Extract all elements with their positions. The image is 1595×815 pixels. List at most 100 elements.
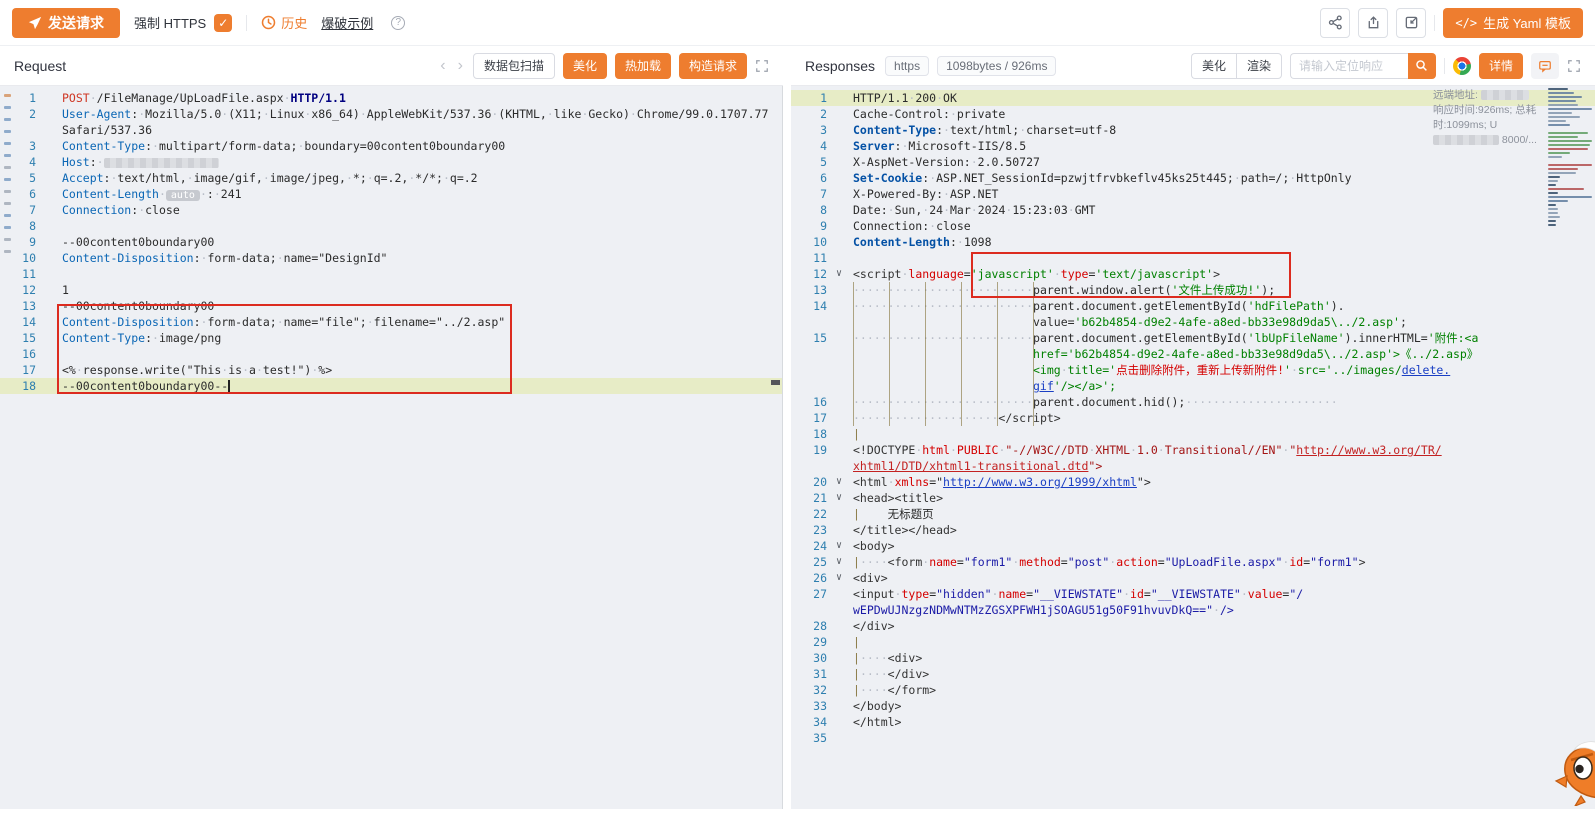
response-beautify-button[interactable]: 美化 bbox=[1191, 53, 1236, 79]
code-line: 17<%·response.write("This·is·a·test!")·%… bbox=[0, 362, 782, 378]
code-line: 10Content-Disposition:·form-data;·name="… bbox=[0, 250, 782, 266]
code-line: xhtml1/DTD/xhtml1-transitional.dtd"> bbox=[791, 458, 1595, 474]
code-line: 15 ··························parent.docum… bbox=[791, 330, 1595, 346]
history-button[interactable]: 历史 bbox=[261, 13, 307, 32]
code-line: value='b62b4854-d9e2-4afe-a8ed-bb33e98d9… bbox=[791, 314, 1595, 330]
fold-gutter bbox=[40, 362, 56, 378]
fold-chevron-icon[interactable]: ∨ bbox=[831, 266, 847, 282]
line-number: 17 bbox=[791, 410, 831, 426]
line-number: 16 bbox=[0, 346, 40, 362]
fold-chevron-icon[interactable]: ∨ bbox=[831, 474, 847, 490]
line-number: 5 bbox=[791, 154, 831, 170]
code-line: 18| bbox=[791, 426, 1595, 442]
request-panel: Request ‹ › 数据包扫描 美化 热加载 构造请求 1POST·/Fil… bbox=[0, 46, 783, 815]
fold-gutter bbox=[831, 282, 847, 298]
feedback-button[interactable] bbox=[1531, 53, 1559, 79]
fold-gutter bbox=[831, 666, 847, 682]
code-text: --00content0boundary00 bbox=[56, 298, 782, 314]
code-text: <div> bbox=[847, 570, 1595, 586]
line-number: 14 bbox=[0, 314, 40, 330]
prev-request-arrow[interactable]: ‹ bbox=[438, 57, 447, 75]
line-number: 15 bbox=[791, 330, 831, 346]
line-number: 12 bbox=[0, 282, 40, 298]
code-line: <img·title='点击删除附件，重新上传新附件!'·src='../ima… bbox=[791, 362, 1595, 378]
hot-reload-button[interactable]: 热加载 bbox=[615, 53, 671, 79]
blast-example-link[interactable]: 爆破示例 bbox=[321, 13, 373, 32]
request-minimap-strip bbox=[4, 94, 13, 262]
fold-chevron-icon[interactable]: ∨ bbox=[831, 490, 847, 506]
code-text: 1 bbox=[56, 282, 782, 298]
force-https-checkbox[interactable]: ✓ bbox=[214, 14, 232, 32]
code-text: ··························parent.documen… bbox=[847, 330, 1595, 346]
generate-yaml-button[interactable]: </> 生成 Yaml 模板 bbox=[1443, 8, 1583, 38]
protocol-tag: https bbox=[885, 56, 929, 76]
fold-gutter bbox=[831, 618, 847, 634]
code-text: |····</div> bbox=[847, 666, 1595, 682]
share-button[interactable] bbox=[1320, 8, 1350, 38]
fold-gutter bbox=[831, 202, 847, 218]
fold-chevron-icon[interactable]: ∨ bbox=[831, 538, 847, 554]
code-text: href='b62b4854-d9e2-4afe-a8ed-bb33e98d9d… bbox=[847, 346, 1595, 362]
fold-gutter bbox=[40, 202, 56, 218]
code-line: 27<input·type="hidden"·name="__VIEWSTATE… bbox=[791, 586, 1595, 602]
code-line: Safari/537.36 bbox=[0, 122, 782, 138]
line-number: 28 bbox=[791, 618, 831, 634]
line-number: 29 bbox=[791, 634, 831, 650]
code-line: 34</html> bbox=[791, 714, 1595, 730]
auto-badge: auto bbox=[166, 190, 200, 201]
fold-chevron-icon[interactable]: ∨ bbox=[831, 554, 847, 570]
fold-gutter bbox=[831, 714, 847, 730]
next-request-arrow[interactable]: › bbox=[456, 57, 465, 75]
code-text: Date:·Sun,·24·Mar·2024·15:23:03·GMT bbox=[847, 202, 1595, 218]
code-text: --00content0boundary00-- bbox=[56, 378, 782, 394]
response-render-button[interactable]: 渲染 bbox=[1236, 53, 1282, 79]
response-panel-title: Responses bbox=[805, 58, 875, 74]
send-request-button[interactable]: 发送请求 bbox=[12, 8, 120, 38]
packet-scan-button[interactable]: 数据包扫描 bbox=[473, 53, 555, 79]
response-fullscreen-icon[interactable] bbox=[1567, 59, 1581, 73]
import-button[interactable] bbox=[1396, 8, 1426, 38]
search-button[interactable] bbox=[1408, 53, 1436, 79]
fold-gutter bbox=[40, 266, 56, 282]
code-line: 16 bbox=[0, 346, 782, 362]
code-text: Host:· bbox=[56, 154, 782, 170]
code-line: wEPDwUJNzgzNDMwNTMzZGSXPFWH1jSOAGU51g50F… bbox=[791, 602, 1595, 618]
fold-chevron-icon[interactable]: ∨ bbox=[831, 570, 847, 586]
code-text: </body> bbox=[847, 698, 1595, 714]
fullscreen-icon[interactable] bbox=[755, 59, 769, 73]
line-number: 15 bbox=[0, 330, 40, 346]
fold-gutter bbox=[40, 234, 56, 250]
code-line: 21∨<head><title> bbox=[791, 490, 1595, 506]
code-text: |····</form> bbox=[847, 682, 1595, 698]
line-number: 13 bbox=[791, 282, 831, 298]
fold-gutter bbox=[40, 250, 56, 266]
code-line: 15Content-Type:·image/png bbox=[0, 330, 782, 346]
search-icon bbox=[1415, 59, 1428, 72]
code-line: href='b62b4854-d9e2-4afe-a8ed-bb33e98d9d… bbox=[791, 346, 1595, 362]
search-input[interactable] bbox=[1290, 53, 1408, 79]
line-number: 33 bbox=[791, 698, 831, 714]
divider bbox=[1434, 15, 1435, 31]
help-icon[interactable]: ? bbox=[391, 16, 405, 30]
code-line: 8Date:·Sun,·24·Mar·2024·15:23:03·GMT bbox=[791, 202, 1595, 218]
code-text: Accept:·text/html,·image/gif,·image/jpeg… bbox=[56, 170, 782, 186]
code-text: </title></head> bbox=[847, 522, 1595, 538]
fold-gutter bbox=[831, 394, 847, 410]
edit-square-icon bbox=[1404, 15, 1419, 30]
export-button[interactable] bbox=[1358, 8, 1388, 38]
chrome-icon[interactable] bbox=[1453, 57, 1471, 75]
code-text: <input·type="hidden"·name="__VIEWSTATE"·… bbox=[847, 586, 1595, 602]
line-number: 35 bbox=[791, 730, 831, 746]
construct-request-button[interactable]: 构造请求 bbox=[679, 53, 747, 79]
code-text: User-Agent:·Mozilla/5.0·(X11;·Linux·x86_… bbox=[56, 106, 782, 122]
code-line: 28</div> bbox=[791, 618, 1595, 634]
code-line: 7X-Powered-By:·ASP.NET bbox=[791, 186, 1595, 202]
top-toolbar: 发送请求 强制 HTTPS ✓ 历史 爆破示例 ? </> 生成 Yaml 模板 bbox=[0, 0, 1595, 46]
request-editor[interactable]: 1POST·/FileManage/UpLoadFile.aspx·HTTP/1… bbox=[0, 86, 783, 809]
beautify-button[interactable]: 美化 bbox=[563, 53, 607, 79]
details-button[interactable]: 详情 bbox=[1479, 53, 1523, 79]
response-minimap[interactable] bbox=[1548, 88, 1594, 228]
response-editor[interactable]: 远端地址: 响应时间:926ms; 总耗时:1099ms; U 8000/...… bbox=[791, 86, 1595, 809]
code-text: |····<form·name="form1"·method="post"·ac… bbox=[847, 554, 1595, 570]
code-line: 32|····</form> bbox=[791, 682, 1595, 698]
